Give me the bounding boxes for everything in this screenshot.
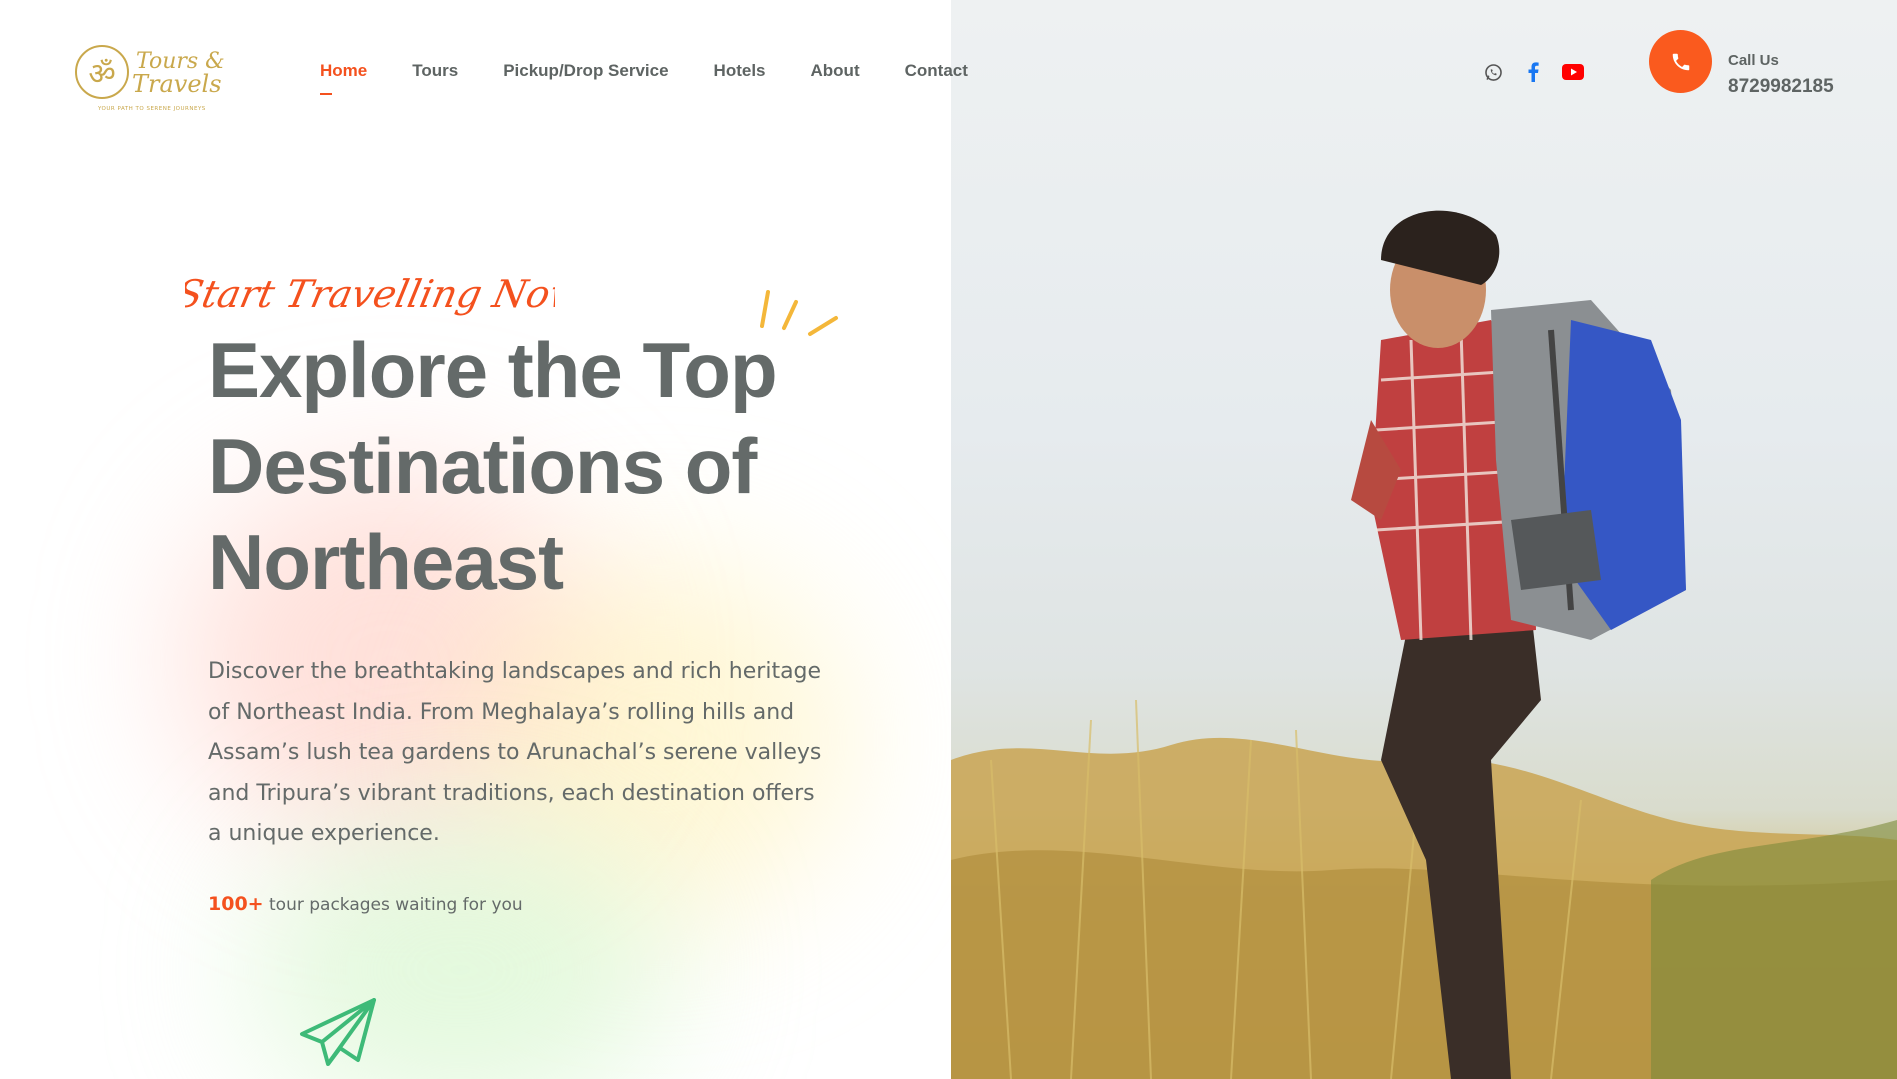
nav-about[interactable]: About <box>811 61 860 81</box>
social-links <box>1482 61 1584 83</box>
packages-label: tour packages waiting for you <box>263 895 523 915</box>
logo-text-line2: Travels <box>132 70 222 98</box>
headline-line-2: Destinations of <box>208 422 757 510</box>
phone-icon <box>1672 53 1689 70</box>
headline-line-1: Explore the Top <box>208 326 778 414</box>
hero-headline: Explore the Top Destinations of Northeas… <box>208 322 828 610</box>
svg-text:Start Travelling Now: Start Travelling Now <box>185 272 555 317</box>
main-nav: Home Tours Pickup/Drop Service Hotels Ab… <box>320 61 968 95</box>
packages-count: 100+ <box>208 893 264 915</box>
nav-home[interactable]: Home <box>320 61 367 95</box>
hero-description: Discover the breathtaking landscapes and… <box>208 659 822 846</box>
nav-tours[interactable]: Tours <box>412 61 458 81</box>
om-symbol: ॐ <box>88 57 115 92</box>
nav-hotels[interactable]: Hotels <box>714 61 766 81</box>
paper-plane-icon <box>300 998 376 1066</box>
packages-count-text: 100+ tour packages waiting for you <box>208 893 523 915</box>
whatsapp-icon[interactable] <box>1482 61 1504 83</box>
logo-tagline: YOUR PATH TO SERENE JOURNEYS <box>97 106 206 112</box>
call-button[interactable] <box>1649 30 1712 93</box>
nav-contact[interactable]: Contact <box>905 61 968 81</box>
headline-line-3: Northeast <box>208 518 564 606</box>
call-us-label: Call Us <box>1728 52 1779 69</box>
hero-image <box>951 0 1897 1079</box>
phone-number-link[interactable]: 8729982185 <box>1728 76 1834 98</box>
youtube-icon[interactable] <box>1562 61 1584 83</box>
facebook-icon[interactable] <box>1522 61 1544 83</box>
brand-logo[interactable]: ॐ Tours & Travels YOUR PATH TO SERENE JO… <box>70 40 230 118</box>
nav-pickup-drop-service[interactable]: Pickup/Drop Service <box>503 61 668 81</box>
